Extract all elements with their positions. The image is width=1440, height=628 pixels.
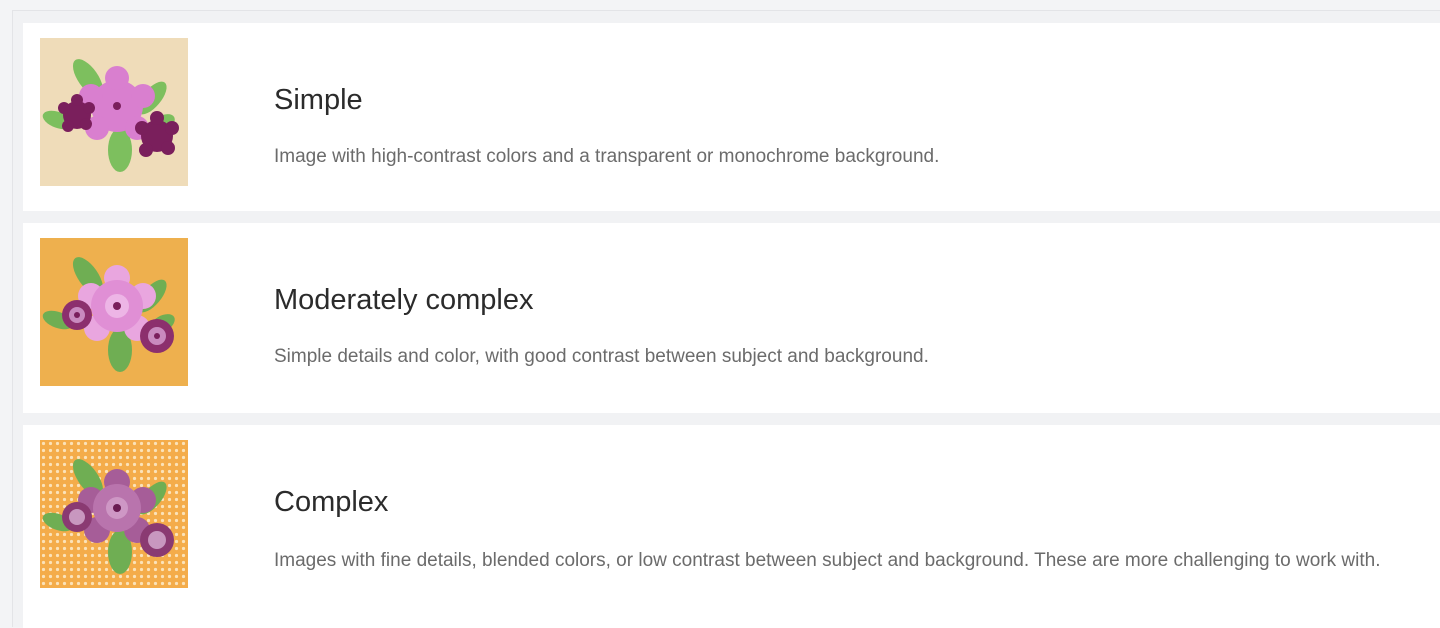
option-complex[interactable]: Complex Images with fine details, blende… [23, 425, 1440, 628]
option-description: Simple details and color, with good cont… [274, 346, 929, 367]
option-title: Complex [274, 486, 389, 518]
option-title: Moderately complex [274, 284, 534, 316]
option-title: Simple [274, 84, 363, 116]
thumbnail-simple [40, 38, 188, 186]
option-description: Image with high-contrast colors and a tr… [274, 146, 940, 167]
option-simple[interactable]: Simple Image with high-contrast colors a… [23, 23, 1440, 211]
flower-bouquet-complex-icon [40, 440, 188, 588]
flower-bouquet-moderate-icon [40, 238, 188, 386]
option-moderately-complex[interactable]: Moderately complex Simple details and co… [23, 223, 1440, 413]
image-complexity-panel: Simple Image with high-contrast colors a… [12, 10, 1440, 628]
thumbnail-moderately-complex [40, 238, 188, 386]
flower-bouquet-simple-icon [40, 38, 188, 186]
thumbnail-complex [40, 440, 188, 588]
option-description: Images with fine details, blended colors… [274, 550, 1381, 571]
